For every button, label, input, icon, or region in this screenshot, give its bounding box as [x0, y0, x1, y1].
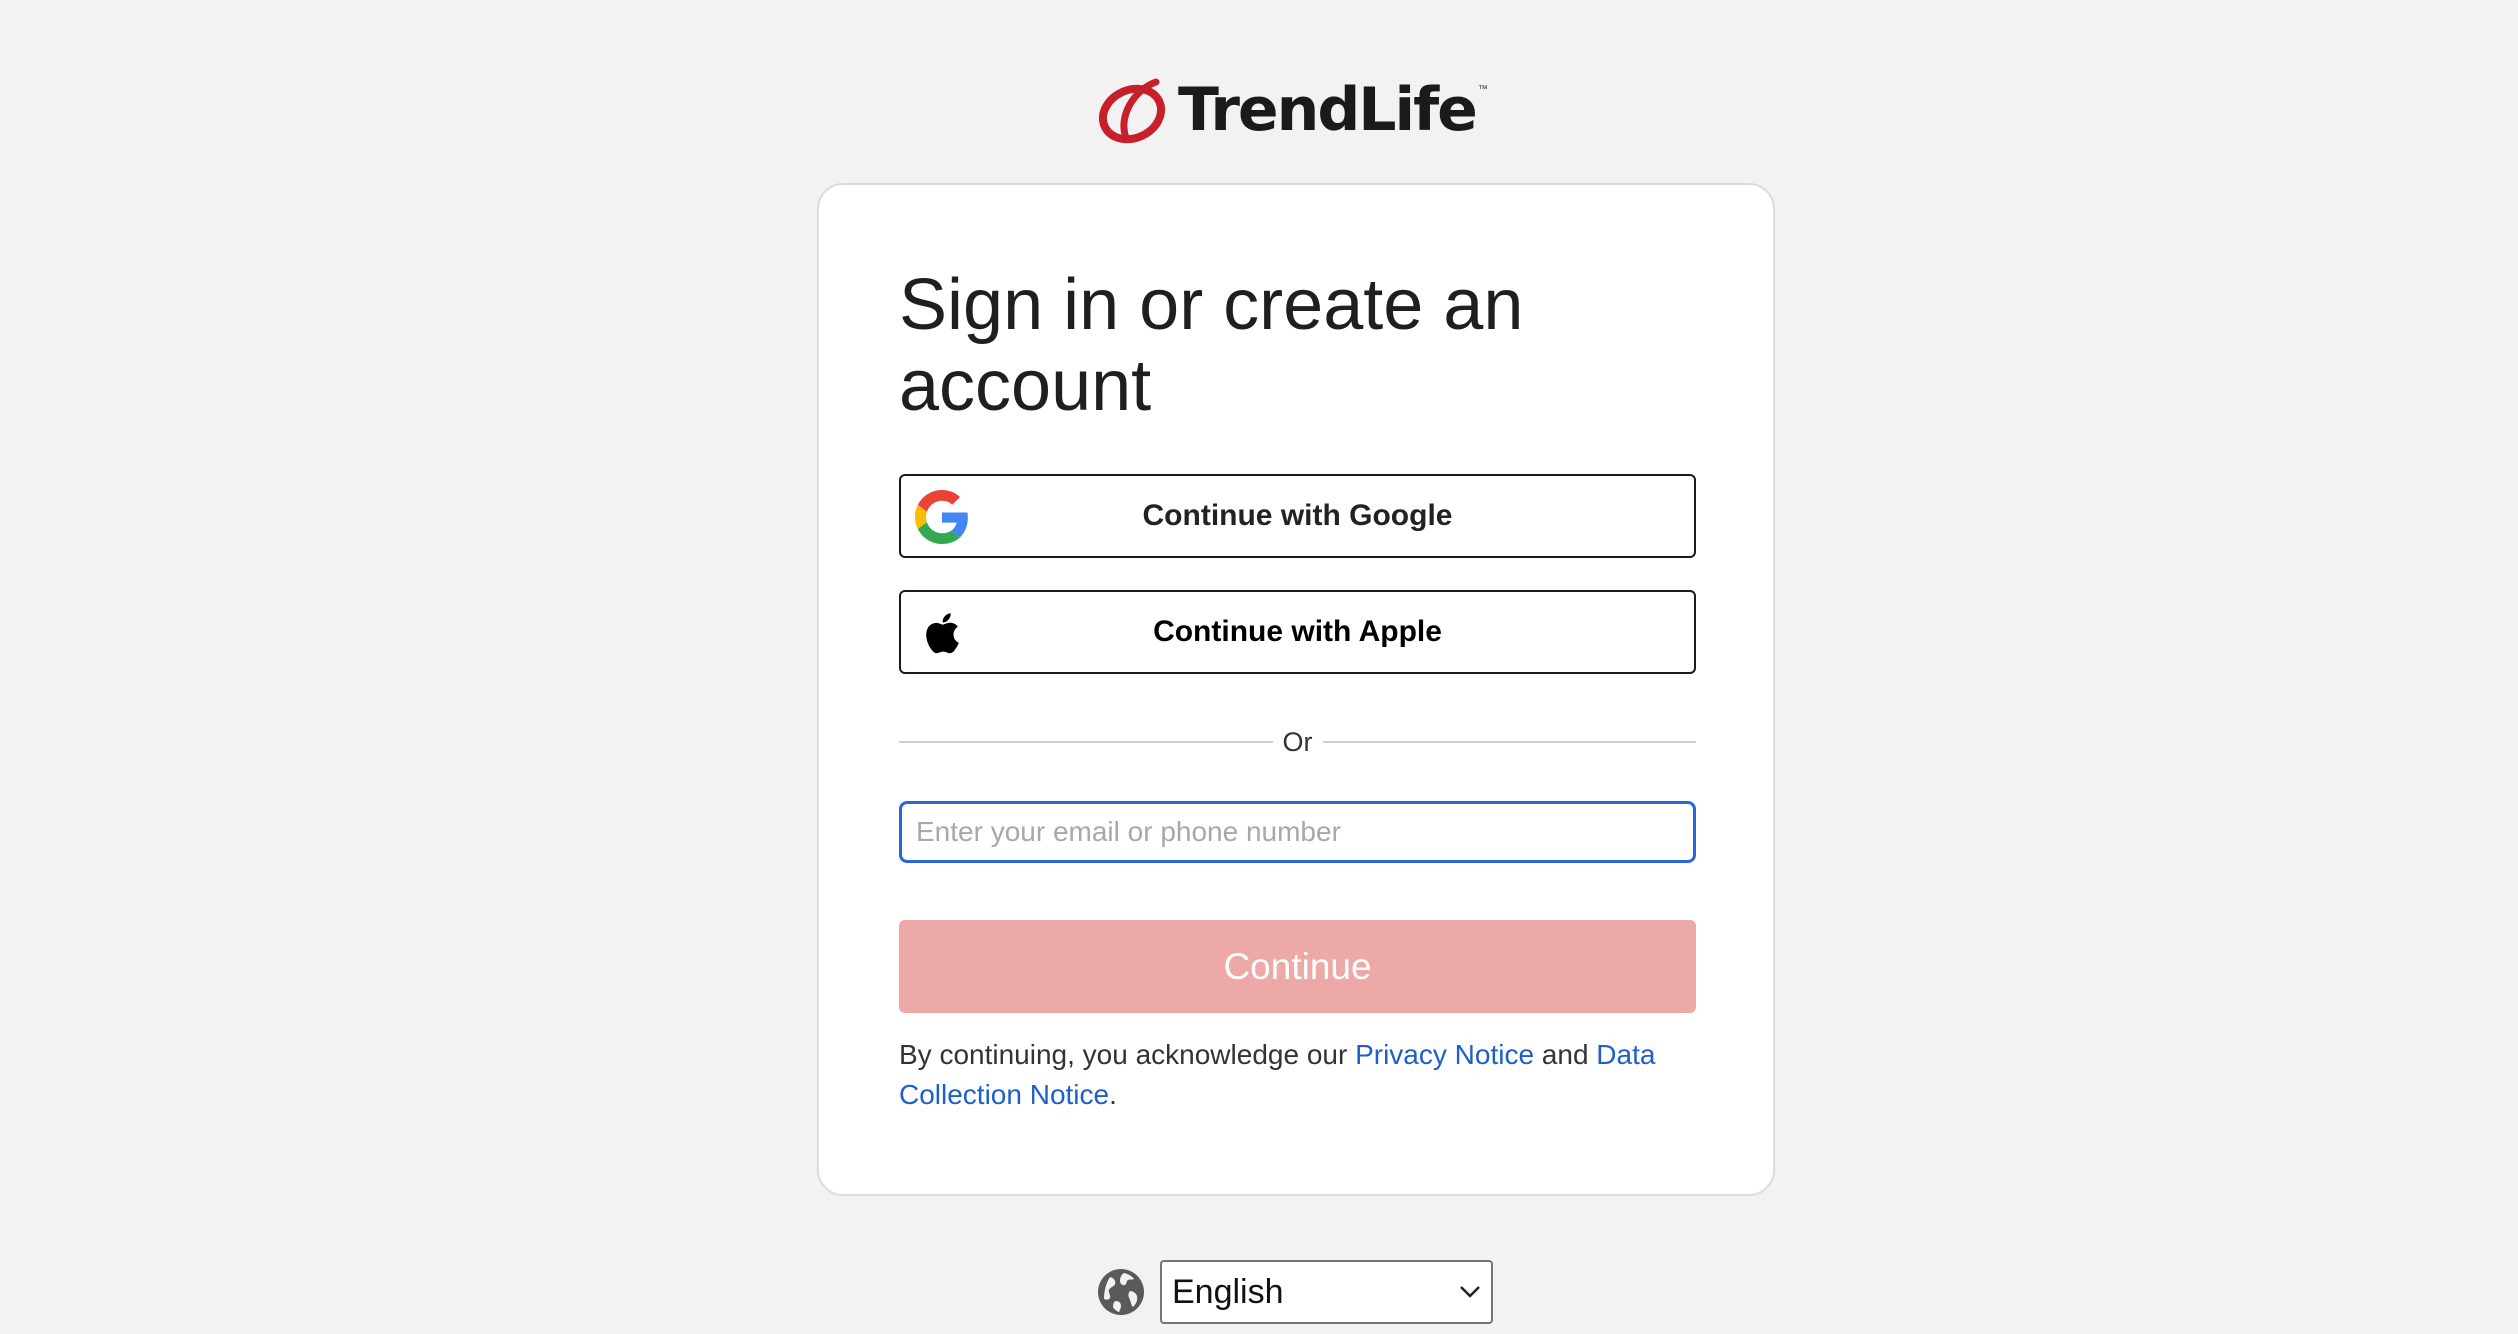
email-or-phone-input[interactable] [899, 801, 1696, 863]
continue-with-apple-button[interactable]: Continue with Apple [899, 590, 1696, 674]
page-title: Sign in or create an account [899, 265, 1524, 426]
or-divider: Or [899, 722, 1696, 762]
legal-suffix: . [1109, 1079, 1117, 1110]
google-button-label: Continue with Google [1142, 499, 1453, 532]
continue-button[interactable]: Continue [899, 920, 1696, 1013]
language-selected-value: English [1172, 1272, 1284, 1311]
divider-line-right [1322, 741, 1696, 743]
brand-name: TrendLife [1178, 75, 1478, 145]
language-selector: English [1096, 1260, 1493, 1324]
divider-line-left [899, 741, 1273, 743]
trendlife-logo-mark-icon [1098, 78, 1166, 144]
sign-in-page: TrendLife ™ Sign in or create an account… [0, 0, 2518, 1334]
divider-label: Or [1282, 726, 1313, 757]
privacy-notice-link[interactable]: Privacy Notice [1355, 1039, 1534, 1070]
globe-icon [1098, 1269, 1144, 1315]
legal-notice: By continuing, you acknowledge our Priva… [899, 1035, 1696, 1115]
google-icon [915, 490, 968, 544]
apple-icon [926, 613, 959, 654]
legal-and: and [1534, 1039, 1597, 1070]
apple-button-label: Continue with Apple [1153, 615, 1442, 648]
continue-with-google-button[interactable]: Continue with Google [899, 474, 1696, 558]
brand-logo: TrendLife ™ [1098, 74, 1488, 146]
trademark-symbol: ™ [1477, 84, 1488, 95]
chevron-down-icon [1460, 1286, 1480, 1298]
sign-in-card: Sign in or create an account Continue wi… [817, 183, 1775, 1196]
legal-prefix: By continuing, you acknowledge our [899, 1039, 1356, 1070]
language-select[interactable]: English [1160, 1260, 1493, 1324]
